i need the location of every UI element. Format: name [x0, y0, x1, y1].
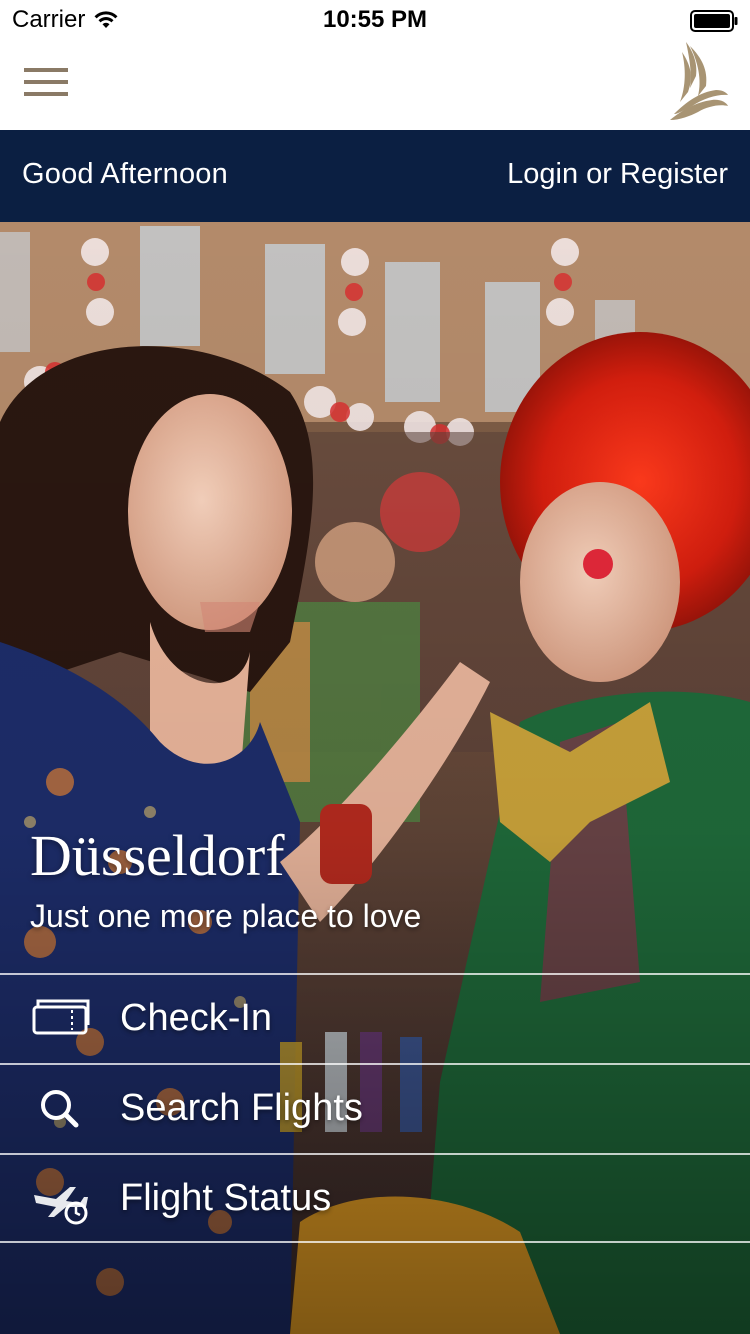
battery-icon	[690, 10, 738, 32]
hero-banner: Düsseldorf Just one more place to love C…	[0, 222, 750, 1334]
greeting-text: Good Afternoon	[22, 158, 228, 190]
airline-bird-logo	[670, 42, 728, 120]
check-in-label: Check-In	[120, 997, 273, 1039]
status-bar: Carrier 10:55 PM	[0, 0, 750, 40]
search-flights-button[interactable]: Search Flights	[0, 1063, 750, 1153]
login-register-link[interactable]: Login or Register	[507, 158, 728, 191]
destination-tagline: Just one more place to love	[30, 898, 422, 934]
status-time: 10:55 PM	[322, 6, 428, 33]
app-header	[0, 40, 750, 130]
search-icon	[41, 1090, 79, 1128]
search-flights-label: Search Flights	[120, 1087, 363, 1129]
boarding-pass-icon	[32, 999, 90, 1035]
flight-status-button[interactable]: Flight Status	[0, 1153, 750, 1243]
quick-actions-list: Check-In Search Flights Flight Status	[0, 973, 750, 1243]
plane-clock-icon	[34, 1187, 88, 1225]
greeting-bar: Good Afternoon Login or Register	[0, 130, 750, 222]
check-in-button[interactable]: Check-In	[0, 973, 750, 1063]
destination-title: Düsseldorf	[30, 823, 285, 888]
home-screen: Carrier 10:55 PM Good Afternoon Login or…	[0, 0, 750, 1334]
flight-status-label: Flight Status	[120, 1177, 332, 1219]
hamburger-menu-icon[interactable]	[24, 66, 68, 98]
